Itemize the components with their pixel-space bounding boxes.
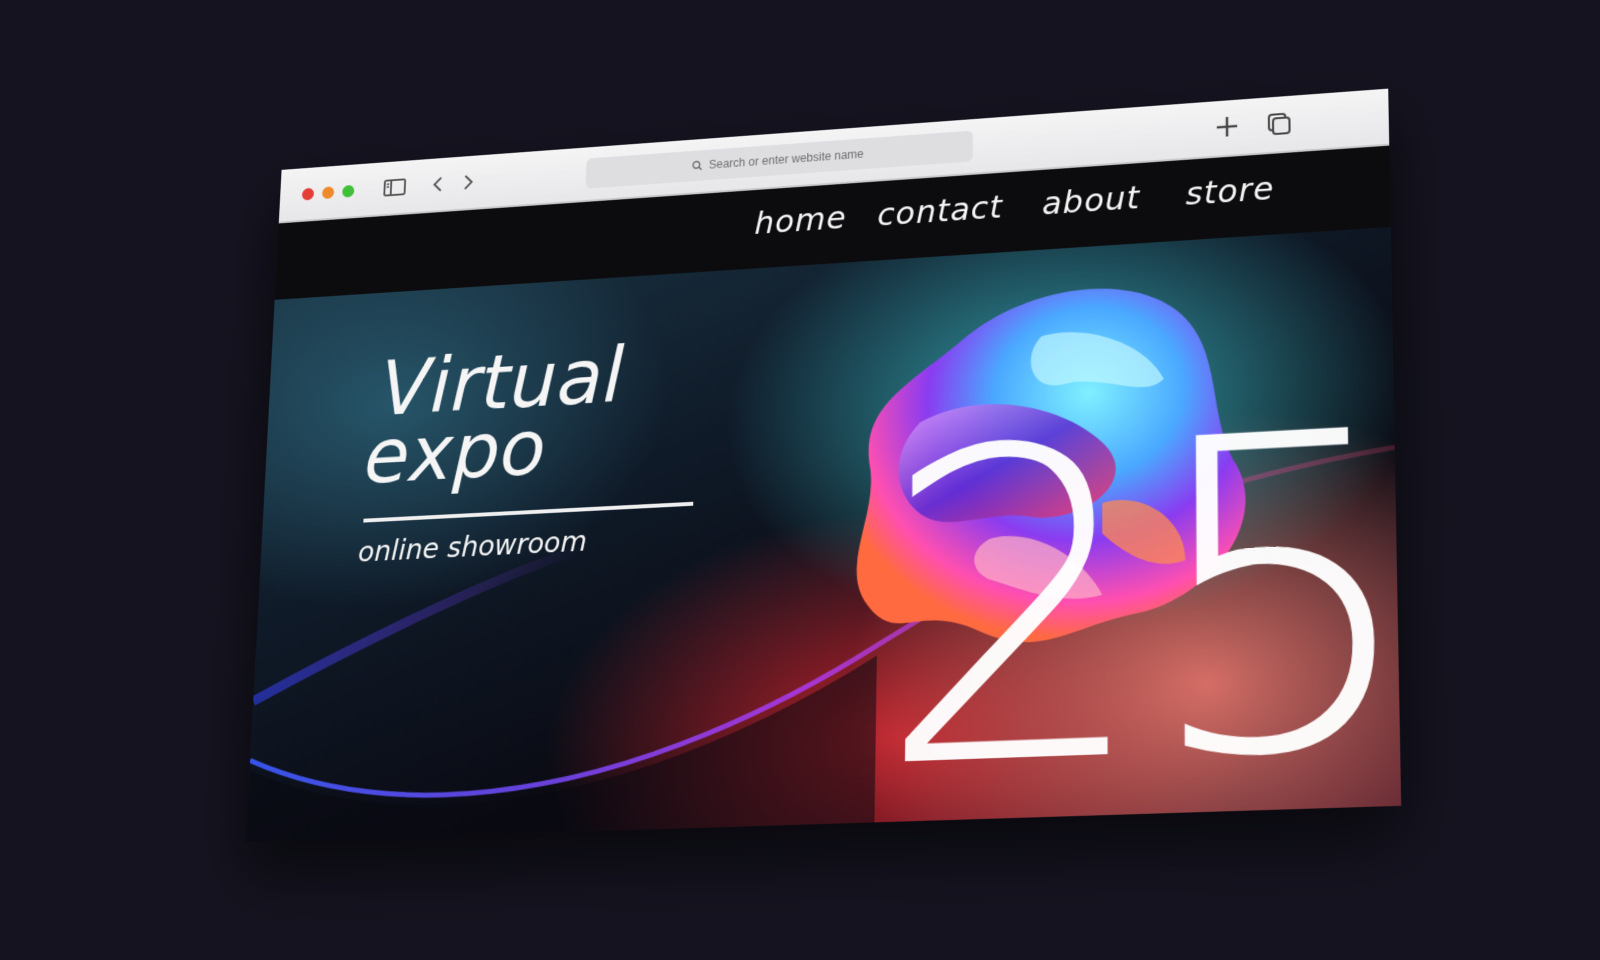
nav-store-link[interactable]: store [1186, 169, 1275, 212]
chevron-right-icon[interactable] [458, 170, 478, 194]
address-placeholder: Search or enter website name [708, 147, 864, 172]
browser-window: Search or enter website name home contac… [245, 88, 1402, 843]
chevron-left-icon[interactable] [428, 172, 448, 196]
search-icon [691, 160, 703, 172]
minimize-window-button[interactable] [321, 186, 335, 200]
hero-title-line2: expo [362, 404, 548, 502]
nav-about-link[interactable]: about [1042, 179, 1140, 223]
nav-contact-link[interactable]: contact [877, 188, 1003, 233]
web-page: home contact about store Virtual expo on… [245, 145, 1402, 843]
stage: Search or enter website name home contac… [0, 0, 1600, 960]
sidebar-icon[interactable] [382, 175, 407, 199]
maximize-window-button[interactable] [341, 184, 355, 198]
tabs-icon[interactable] [1265, 109, 1294, 135]
plus-icon[interactable] [1214, 113, 1241, 138]
hero-title: Virtual expo [362, 332, 625, 501]
hero-number: 25 [873, 339, 1402, 843]
close-window-button[interactable] [301, 187, 315, 201]
nav-home-link[interactable]: home [754, 199, 847, 242]
